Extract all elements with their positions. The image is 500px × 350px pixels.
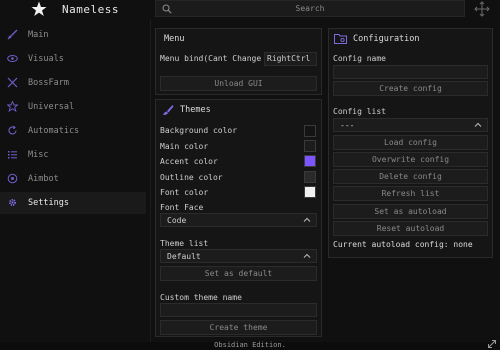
load-config-button[interactable]: Load config xyxy=(333,135,488,150)
gear-icon xyxy=(9,199,16,206)
overwrite-config-button[interactable]: Overwrite config xyxy=(333,152,488,167)
themes-panel: Themes Background color Main color Accen… xyxy=(155,99,322,337)
config-name-input[interactable] xyxy=(333,65,488,79)
menu-panel-title: Menu xyxy=(164,34,185,44)
font-face-dropdown[interactable]: Code xyxy=(160,213,317,227)
sidebar-divider xyxy=(150,20,151,342)
reset-autoload-button[interactable]: Reset autoload xyxy=(333,221,488,236)
star-icon xyxy=(7,101,18,112)
current-autoload-status: Current autoload config: none xyxy=(333,240,473,249)
delete-config-button[interactable]: Delete config xyxy=(333,169,488,184)
chevron-up-icon xyxy=(474,122,482,127)
background-color-swatch[interactable] xyxy=(304,125,316,137)
configuration-panel-title: Configuration xyxy=(353,34,420,44)
set-as-default-button[interactable]: Set as default xyxy=(160,266,317,281)
sidebar-item-label: Aimbot xyxy=(28,174,59,184)
config-list-value: --- xyxy=(340,121,355,130)
target-icon xyxy=(7,173,18,184)
font-face-label: Font Face xyxy=(160,203,204,212)
sidebar-item-label: Universal xyxy=(28,102,75,112)
star-logo-icon xyxy=(31,1,47,16)
sidebar-item-misc[interactable]: Misc xyxy=(0,144,146,166)
sidebar-item-label: Automatics xyxy=(28,126,80,136)
app-title: Nameless xyxy=(62,3,119,16)
sword-icon xyxy=(7,29,18,40)
config-list-dropdown[interactable]: --- xyxy=(333,118,488,132)
themes-panel-title: Themes xyxy=(180,105,211,115)
search-input[interactable]: Search xyxy=(155,0,465,17)
theme-list-value: Default xyxy=(167,252,201,261)
font-color-label: Font color xyxy=(160,188,209,197)
unload-gui-button[interactable]: Unload GUI xyxy=(160,76,317,91)
sidebar-item-label: Misc xyxy=(28,150,49,160)
sidebar-item-main[interactable]: Main xyxy=(0,24,146,46)
accent-color-label: Accent color xyxy=(160,157,218,166)
configuration-panel: Configuration Config name Create config … xyxy=(328,28,493,258)
config-name-label: Config name xyxy=(333,54,386,63)
font-face-value: Code xyxy=(167,216,187,225)
main-color-label: Main color xyxy=(160,142,209,151)
theme-list-dropdown[interactable]: Default xyxy=(160,249,317,263)
sidebar-item-settings[interactable]: Settings xyxy=(0,192,146,214)
sidebar-item-automatics[interactable]: Automatics xyxy=(0,120,146,142)
sidebar-item-bossfarm[interactable]: BossFarm xyxy=(0,72,146,94)
folder-settings-icon xyxy=(334,34,347,44)
eye-icon xyxy=(7,55,18,62)
edition-label: Obsidian Edition. xyxy=(214,341,286,349)
refresh-list-button[interactable]: Refresh list xyxy=(333,186,488,201)
custom-theme-name-label: Custom theme name xyxy=(160,293,242,302)
sidebar-item-universal[interactable]: Universal xyxy=(0,96,146,118)
list-icon xyxy=(8,151,17,159)
outline-color-label: Outline color xyxy=(160,173,223,182)
app-window: Nameless Search Main Visuals BossFarm Un… xyxy=(0,0,500,350)
config-list-label: Config list xyxy=(333,107,386,116)
sidebar-item-label: Main xyxy=(28,30,49,40)
font-color-swatch[interactable] xyxy=(304,186,316,198)
sidebar-item-label: Settings xyxy=(28,198,69,208)
custom-theme-name-input[interactable] xyxy=(160,303,317,317)
accent-color-swatch[interactable] xyxy=(304,155,316,167)
crossed-swords-icon xyxy=(7,77,18,88)
theme-list-label: Theme list xyxy=(160,239,209,248)
brush-icon xyxy=(163,105,174,115)
chevron-up-icon xyxy=(303,217,311,222)
logo-area: Nameless xyxy=(0,0,150,20)
sidebar: Main Visuals BossFarm Universal Automati… xyxy=(0,22,150,342)
menu-bind-keybind[interactable]: RightCtrl xyxy=(264,52,317,66)
set-as-autoload-button[interactable]: Set as autoload xyxy=(333,204,488,219)
move-icon[interactable] xyxy=(473,0,491,18)
menu-bind-label: Menu bind(Cant Change xyxy=(160,54,262,63)
search-placeholder: Search xyxy=(295,4,325,13)
footer-bar: Obsidian Edition. xyxy=(0,341,500,350)
background-color-label: Background color xyxy=(160,126,238,135)
create-theme-button[interactable]: Create theme xyxy=(160,320,317,335)
sidebar-item-label: Visuals xyxy=(28,54,64,64)
refresh-icon xyxy=(8,125,17,135)
menu-panel: Menu Menu bind(Cant Change RightCtrl Unl… xyxy=(155,28,322,95)
chevron-up-icon xyxy=(303,253,311,258)
sidebar-item-visuals[interactable]: Visuals xyxy=(0,48,146,70)
create-config-button[interactable]: Create config xyxy=(333,81,488,96)
sidebar-item-label: BossFarm xyxy=(28,78,69,88)
outline-color-swatch[interactable] xyxy=(304,171,316,183)
main-color-swatch[interactable] xyxy=(304,140,316,152)
resize-icon[interactable] xyxy=(487,339,497,349)
sidebar-item-aimbot[interactable]: Aimbot xyxy=(0,168,146,190)
